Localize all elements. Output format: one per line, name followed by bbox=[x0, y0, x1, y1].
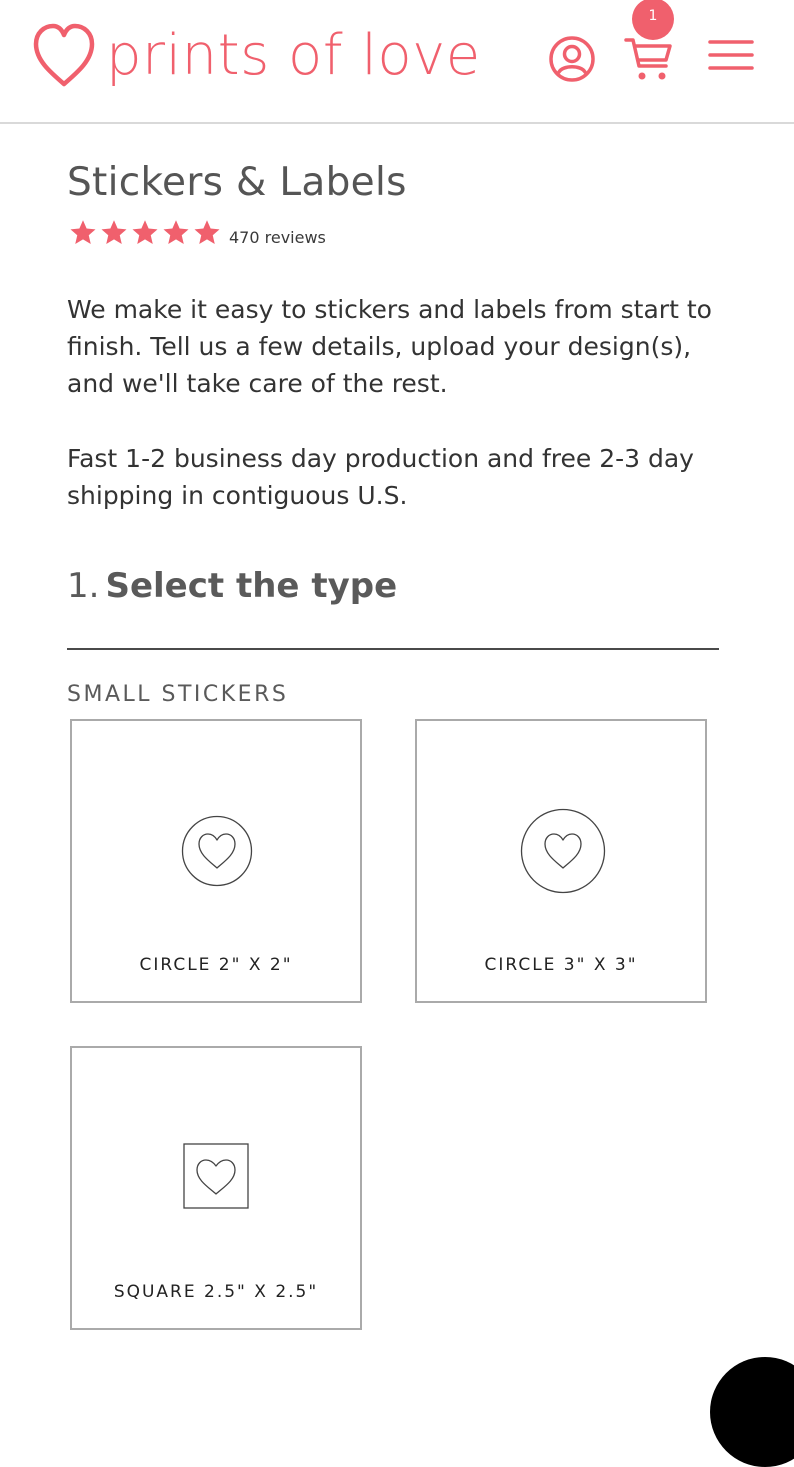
circle-heart-icon bbox=[520, 808, 606, 894]
cart-icon bbox=[624, 38, 672, 80]
circle-heart-icon bbox=[181, 815, 253, 887]
reviews-link[interactable]: 470 reviews bbox=[229, 228, 326, 247]
section-divider bbox=[67, 648, 719, 650]
product-description: We make it easy to stickers and labels f… bbox=[67, 295, 712, 398]
section-label: SMALL STICKERS bbox=[67, 682, 289, 707]
cart-button[interactable] bbox=[624, 34, 674, 84]
star-rating bbox=[68, 218, 223, 248]
star-icon bbox=[132, 220, 158, 244]
brand-name: prints of love bbox=[106, 23, 481, 88]
brand-logo[interactable]: prints of love bbox=[32, 22, 481, 90]
page-title: Stickers & Labels bbox=[67, 160, 407, 205]
menu-button[interactable] bbox=[708, 38, 754, 74]
option-circle-2x2[interactable]: CIRCLE 2" X 2" bbox=[70, 719, 362, 1003]
star-icon bbox=[101, 220, 127, 244]
account-button[interactable] bbox=[548, 35, 596, 83]
menu-icon bbox=[708, 40, 754, 70]
heart-logo-icon bbox=[33, 23, 95, 87]
option-label: CIRCLE 2" X 2" bbox=[139, 955, 293, 975]
square-heart-icon bbox=[183, 1143, 249, 1209]
option-circle-3x3[interactable]: CIRCLE 3" X 3" bbox=[415, 719, 707, 1003]
cart-count-badge[interactable]: 1 bbox=[632, 0, 674, 40]
step-number: 1. bbox=[67, 566, 100, 606]
step-heading: 1. Select the type bbox=[67, 566, 397, 606]
star-icon bbox=[163, 220, 189, 244]
step-title: Select the type bbox=[105, 566, 398, 606]
option-label: CIRCLE 3" X 3" bbox=[484, 955, 638, 975]
product-rating[interactable]: 470 reviews bbox=[68, 218, 326, 248]
chat-widget-button[interactable] bbox=[710, 1357, 794, 1467]
star-icon bbox=[194, 220, 220, 244]
account-icon bbox=[549, 36, 595, 82]
option-square-2-5x2-5[interactable]: SQUARE 2.5" X 2.5" bbox=[70, 1046, 362, 1330]
option-label: SQUARE 2.5" X 2.5" bbox=[113, 1282, 319, 1302]
shipping-info: Fast 1-2 business day production and fre… bbox=[67, 444, 694, 510]
site-header: prints of love 1 bbox=[0, 0, 794, 124]
star-icon bbox=[70, 220, 96, 244]
